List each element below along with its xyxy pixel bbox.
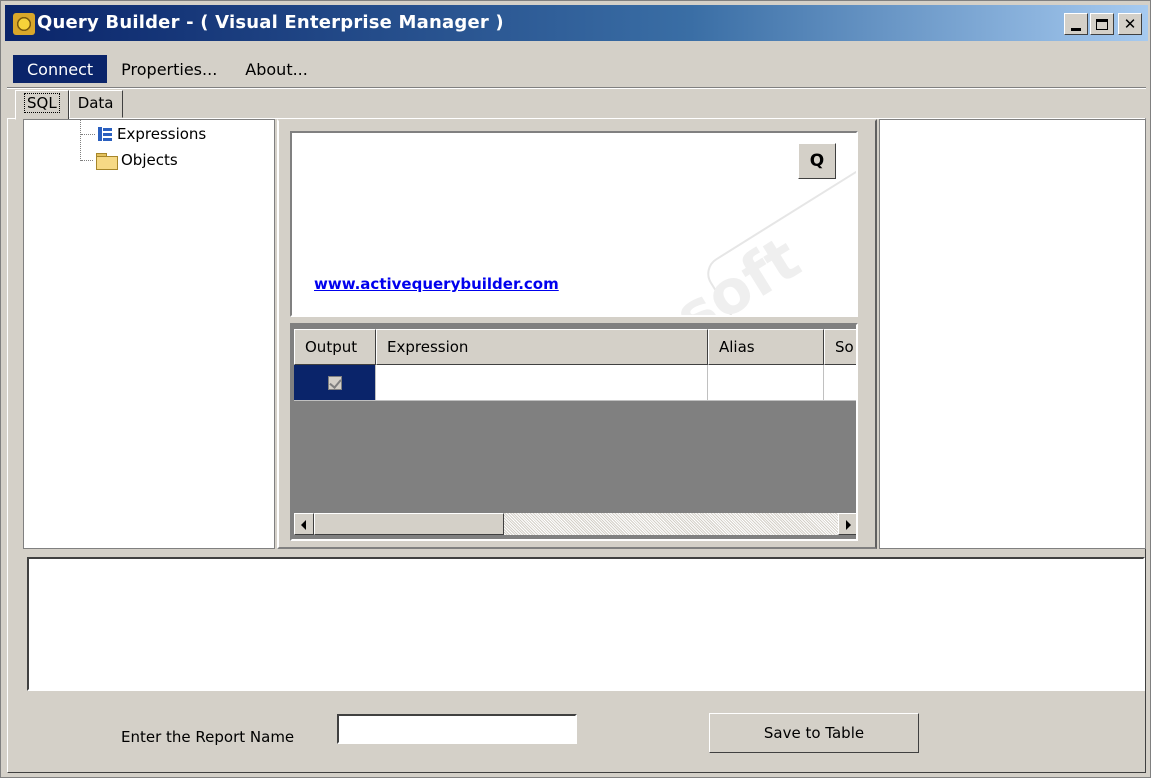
- database-schema-tree[interactable]: [23, 119, 275, 549]
- output-cell[interactable]: [294, 365, 376, 401]
- tab-sql-label: SQL: [24, 93, 60, 113]
- tree-item-expressions[interactable]: Expressions: [97, 125, 206, 143]
- report-name-label: Enter the Report Name: [121, 728, 295, 746]
- tab-sql[interactable]: SQL: [15, 90, 69, 120]
- menu-separator: [7, 87, 1146, 89]
- scroll-right-icon[interactable]: [838, 513, 856, 535]
- horizontal-scrollbar[interactable]: [294, 513, 856, 535]
- menu-about[interactable]: About...: [231, 55, 322, 83]
- close-icon: ✕: [1123, 14, 1137, 33]
- tree-item-objects[interactable]: Objects: [95, 151, 178, 170]
- table-row: [294, 365, 856, 401]
- expression-cell[interactable]: [376, 365, 708, 401]
- caption-buttons: ✕: [1064, 13, 1142, 35]
- maximize-icon: [1096, 18, 1108, 30]
- maximize-button[interactable]: [1090, 13, 1114, 35]
- menu-connect[interactable]: Connect: [13, 55, 108, 83]
- query-button[interactable]: Q: [798, 143, 836, 179]
- tree-item-label: Objects: [121, 151, 178, 169]
- website-link[interactable]: www.activequerybuilder.com: [314, 275, 559, 293]
- tab-data-label: Data: [77, 94, 114, 112]
- tree-item-label: Expressions: [117, 125, 207, 143]
- report-name-input[interactable]: [337, 714, 577, 744]
- scrollbar-thumb[interactable]: [314, 513, 504, 535]
- criteria-grid: Output Expression Alias So: [290, 323, 858, 541]
- tab-data[interactable]: Data: [68, 90, 123, 118]
- menu-bar: Connect Properties... About...: [13, 55, 322, 83]
- column-header-alias[interactable]: Alias: [708, 329, 824, 365]
- tree-structure-icon: [97, 126, 113, 142]
- gear-app-icon: [13, 13, 35, 35]
- properties-panel: [879, 119, 1146, 549]
- sql-text-editor[interactable]: [27, 557, 1145, 691]
- scroll-left-icon[interactable]: [294, 513, 314, 535]
- column-header-expression[interactable]: Expression: [376, 329, 708, 365]
- close-button[interactable]: ✕: [1118, 13, 1142, 35]
- title-bar[interactable]: Query Builder - ( Visual Enterprise Mana…: [5, 5, 1148, 41]
- column-header-output[interactable]: Output: [294, 329, 376, 365]
- tree-connector-line: [81, 134, 95, 135]
- save-to-table-button[interactable]: Save to Table: [709, 713, 919, 753]
- sort-cell[interactable]: [824, 365, 856, 401]
- window-title: Query Builder - ( Visual Enterprise Mana…: [37, 12, 504, 33]
- tree-connector-line: [81, 160, 93, 161]
- minimize-button[interactable]: [1064, 13, 1088, 35]
- menu-properties[interactable]: Properties...: [107, 55, 231, 83]
- alias-cell[interactable]: [708, 365, 824, 401]
- column-header-sort[interactable]: So: [824, 329, 856, 365]
- tree-connector-line: [80, 119, 81, 161]
- query-design-canvas[interactable]: soft Q www.activequerybuilder.com: [290, 131, 858, 317]
- grid-header: Output Expression Alias So: [294, 329, 856, 365]
- minimize-icon: [1071, 27, 1081, 31]
- tab-strip: SQL Data: [15, 90, 123, 120]
- query-builder-window: Query Builder - ( Visual Enterprise Mana…: [0, 0, 1151, 778]
- folder-icon: [95, 152, 118, 170]
- output-checkbox[interactable]: [327, 375, 342, 390]
